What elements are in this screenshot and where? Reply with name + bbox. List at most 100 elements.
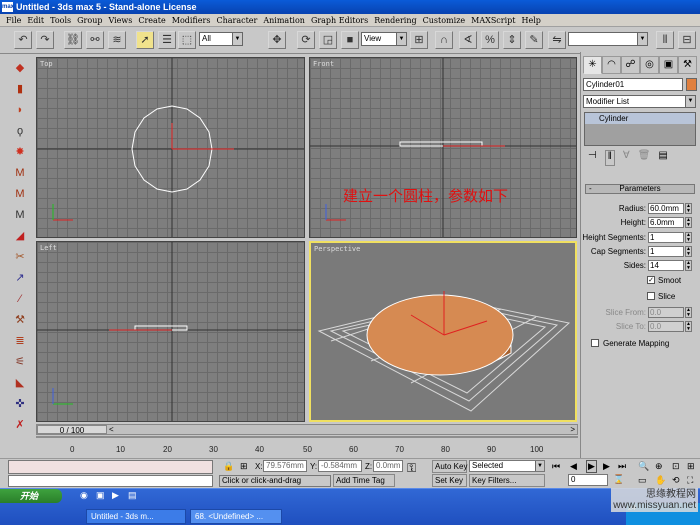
menu-views[interactable]: Views <box>105 16 135 25</box>
maxscript-listener[interactable] <box>8 460 213 474</box>
tab-display-icon[interactable]: ▣ <box>659 56 678 74</box>
menu-graph-editors[interactable]: Graph Editors <box>308 16 371 25</box>
select-object-icon[interactable]: ➚ <box>136 31 154 49</box>
named-selection-dropdown[interactable]: ▼ <box>568 32 648 46</box>
select-by-name-icon[interactable]: ☰ <box>158 31 176 49</box>
quick-launch-desktop-icon[interactable]: ▣ <box>96 490 105 501</box>
tab-reactor-icon[interactable]: ⚒ <box>10 310 30 330</box>
tab-nurbs-icon[interactable]: M <box>10 184 30 204</box>
spinner-snap-icon[interactable]: ⇕ <box>503 31 521 49</box>
spinner-icon[interactable]: ▲ ▼ <box>685 232 692 243</box>
tab-modifiers-icon[interactable]: ◢ <box>10 226 30 246</box>
time-slider-thumb[interactable]: 0 / 100 <box>37 425 107 435</box>
maxscript-mini-listener[interactable] <box>8 475 213 487</box>
tab-particles-icon[interactable]: ✸ <box>10 142 30 162</box>
tab-material-icon[interactable]: ◣ <box>10 373 30 393</box>
start-button[interactable]: 开始 <box>0 489 62 503</box>
cap-segments-field[interactable]: 1 <box>648 246 684 257</box>
selection-filter-dropdown[interactable]: All ▼ <box>199 32 243 46</box>
quick-launch-folder-icon[interactable]: ▤ <box>128 490 137 501</box>
tab-effects-icon[interactable]: ✜ <box>10 394 30 414</box>
go-to-start-icon[interactable]: ⏮ <box>552 461 560 472</box>
undo-icon[interactable]: ↶ <box>14 31 32 49</box>
tab-systems-icon[interactable]: ⚟ <box>10 352 30 372</box>
height-field[interactable]: 6.0mm <box>648 217 684 228</box>
go-to-end-icon[interactable]: ⏭ <box>618 461 626 472</box>
menu-edit[interactable]: Edit <box>24 16 47 25</box>
next-frame-icon[interactable]: ▶ <box>603 461 610 472</box>
tab-patch-icon[interactable]: M <box>10 163 30 183</box>
tab-render-icon[interactable]: ⁄ <box>10 289 30 309</box>
radius-field[interactable]: 60.0mm <box>648 203 684 214</box>
unlink-icon[interactable]: ⚯ <box>86 31 104 49</box>
sides-field[interactable]: 14 <box>648 260 684 271</box>
tab-create-icon[interactable]: ✳ <box>583 56 602 74</box>
arc-rotate-icon[interactable]: ⟲ <box>672 475 680 486</box>
menu-modifiers[interactable]: Modifiers <box>169 16 214 25</box>
menu-customize[interactable]: Customize <box>420 16 469 25</box>
spinner-icon[interactable]: ▲ ▼ <box>685 217 692 228</box>
menu-group[interactable]: Group <box>74 16 105 25</box>
tab-shapes-icon[interactable]: ▮ <box>10 79 30 99</box>
modifier-list-dropdown[interactable]: Modifier List ▼ <box>583 95 696 108</box>
previous-frame-icon[interactable]: ◀ <box>570 461 577 472</box>
viewport-left[interactable]: Left <box>36 241 305 422</box>
mirror-axis-icon[interactable]: ⫴ <box>656 31 674 49</box>
absolute-mode-icon[interactable]: ⊞ <box>240 461 248 472</box>
height-segments-field[interactable]: 1 <box>648 232 684 243</box>
zoom-icon[interactable]: 🔍 <box>638 461 649 472</box>
viewport-front[interactable]: Front <box>309 57 577 238</box>
menu-help[interactable]: Help <box>519 16 544 25</box>
taskbar-item-document[interactable]: 68. <Undefined> ... <box>190 509 282 524</box>
spinner-icon[interactable]: ▲ ▼ <box>685 321 692 332</box>
angle-snap-icon[interactable]: ∢ <box>459 31 477 49</box>
region-zoom-icon[interactable]: ▭ <box>638 475 647 486</box>
make-unique-icon[interactable]: ∀ <box>623 150 630 166</box>
menu-rendering[interactable]: Rendering <box>371 16 419 25</box>
remove-modifier-icon[interactable]: 🗑 <box>638 150 651 166</box>
parameters-rollout-header[interactable]: - Parameters <box>585 184 695 194</box>
tab-hierarchy-icon[interactable]: ☍ <box>621 56 640 74</box>
align-icon[interactable]: ⊟ <box>678 31 696 49</box>
tab-modify-icon[interactable]: ◠ <box>602 56 621 74</box>
rotate-icon[interactable]: ⟳ <box>297 31 315 49</box>
tab-objects-icon[interactable]: ◆ <box>10 58 30 78</box>
slice-from-field[interactable]: 0.0 <box>648 307 684 318</box>
stack-item-cylinder[interactable]: Cylinder <box>585 113 695 124</box>
pivot-center-icon[interactable]: ⊞ <box>410 31 428 49</box>
spinner-icon[interactable]: ▲ ▼ <box>685 260 692 271</box>
add-time-tag-button[interactable]: Add Time Tag <box>333 474 395 487</box>
named-selection-icon[interactable]: ✎ <box>525 31 543 49</box>
tab-dynamics-icon[interactable]: M <box>10 205 30 225</box>
time-slider-next-icon[interactable]: > <box>570 425 575 434</box>
menu-create[interactable]: Create <box>135 16 168 25</box>
percent-snap-icon[interactable]: % <box>481 31 499 49</box>
mirror-icon[interactable]: ⇋ <box>548 31 566 49</box>
configure-sets-icon[interactable]: ▤ <box>658 150 667 166</box>
maximize-viewport-icon[interactable]: ⛶ <box>687 475 693 486</box>
zoom-extents-icon[interactable]: ⊡ <box>672 461 680 472</box>
redo-icon[interactable]: ↷ <box>36 31 54 49</box>
viewport-top[interactable]: Top <box>36 57 305 238</box>
y-coordinate-field[interactable]: -0.584mm <box>318 460 362 472</box>
viewport-perspective[interactable]: Perspective <box>309 241 577 422</box>
key-mode-dropdown[interactable]: Selected ▼ <box>469 460 545 472</box>
auto-key-button[interactable]: Auto Key <box>432 460 467 473</box>
tab-spacewarps-icon[interactable]: ↗ <box>10 268 30 288</box>
move-icon[interactable]: ✥ <box>268 31 286 49</box>
menu-tools[interactable]: Tools <box>47 16 74 25</box>
region-select-icon[interactable]: ⬚ <box>178 31 196 49</box>
show-end-result-icon[interactable]: ‖ <box>604 150 615 166</box>
menu-character[interactable]: Character <box>213 16 260 25</box>
uniform-scale-icon[interactable]: ■ <box>341 31 359 49</box>
zoom-extents-all-icon[interactable]: ⊞ <box>687 461 695 472</box>
tab-motion-icon[interactable]: ◎ <box>640 56 659 74</box>
spinner-icon[interactable]: ▲ ▼ <box>685 307 692 318</box>
time-slider-prev-icon[interactable]: < <box>109 425 114 434</box>
set-key-button[interactable]: Set Key <box>432 474 467 487</box>
zoom-all-icon[interactable]: ⊕ <box>655 461 663 472</box>
time-slider[interactable]: 0 / 100 < > <box>36 424 578 435</box>
select-and-link-icon[interactable]: ⛓ <box>64 31 82 49</box>
tab-helpers-icon[interactable]: ✂ <box>10 247 30 267</box>
slice-to-field[interactable]: 0.0 <box>648 321 684 332</box>
